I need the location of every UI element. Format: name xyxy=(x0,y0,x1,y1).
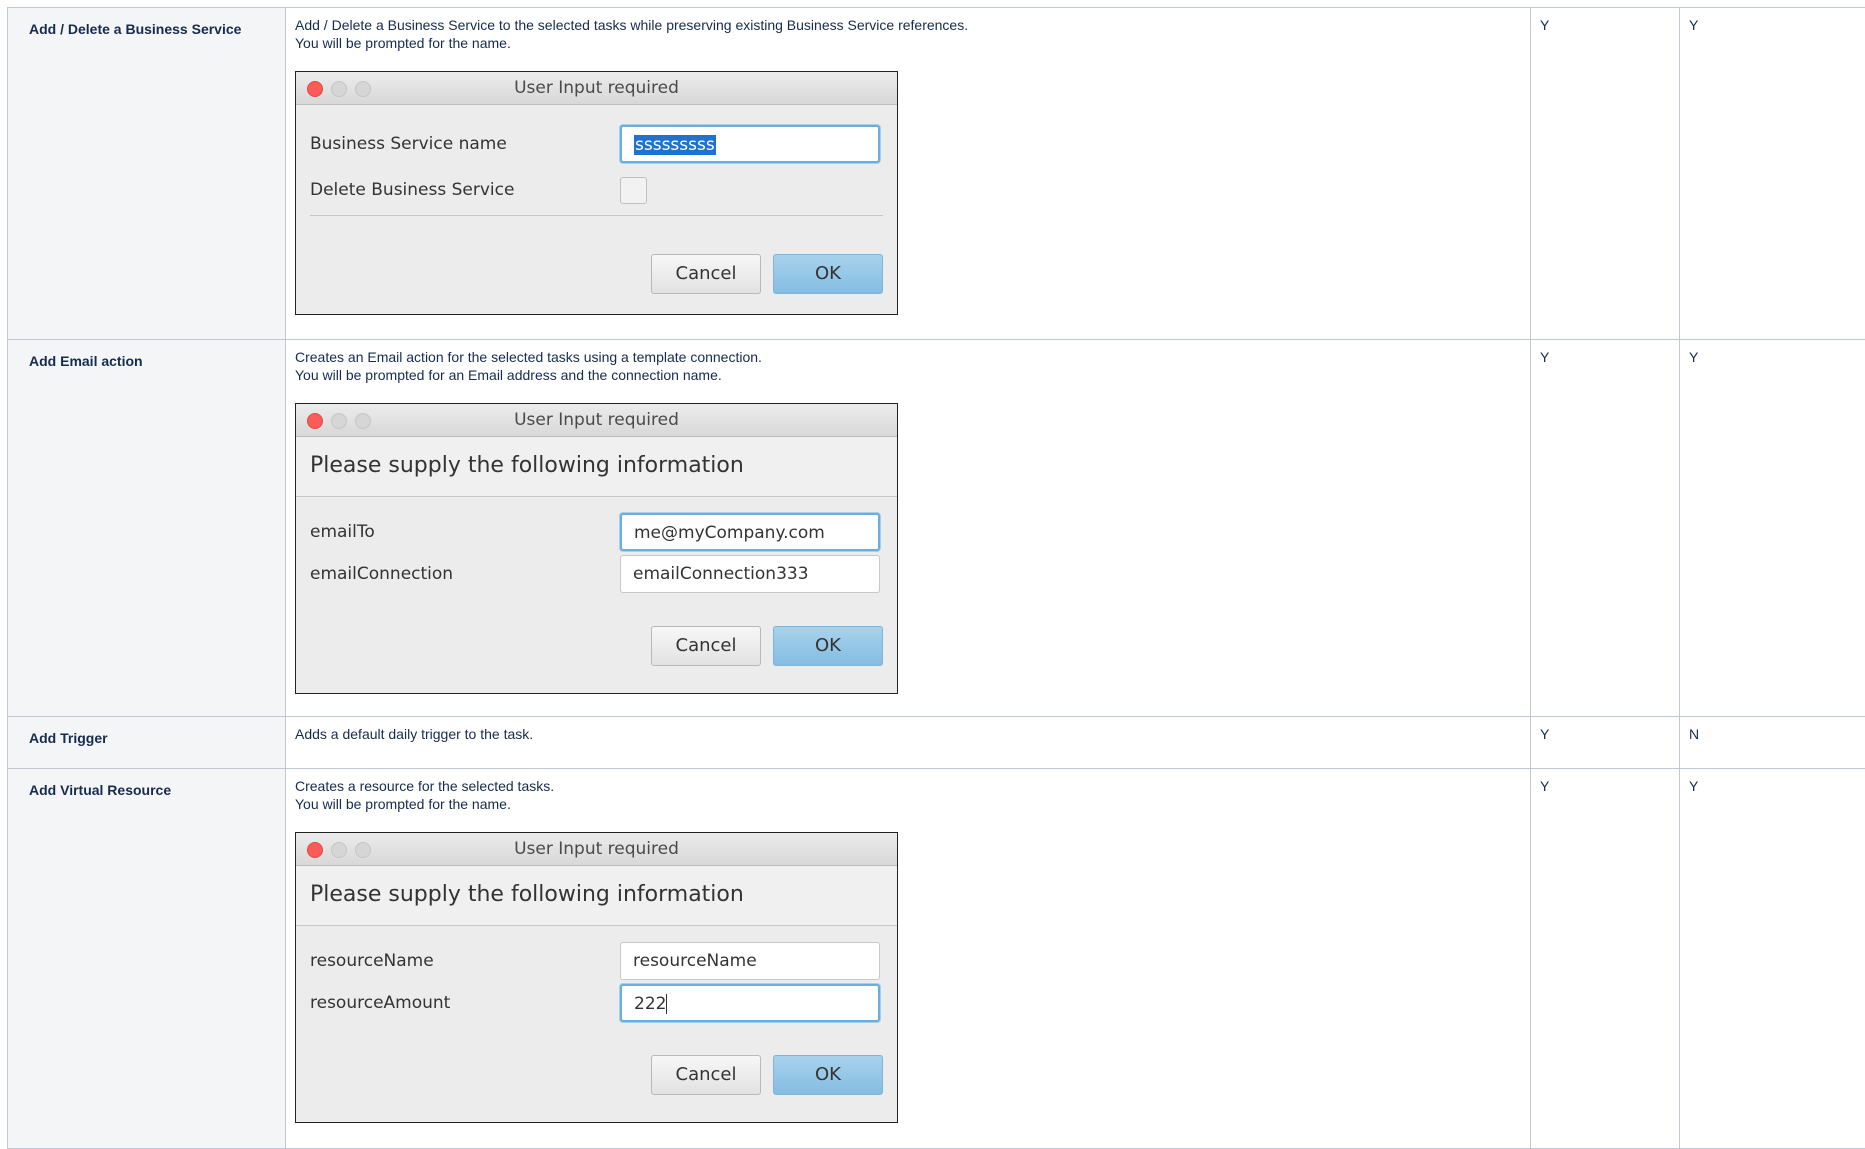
table-row: Add Virtual Resource Creates a resource … xyxy=(8,769,1865,1149)
user-input-dialog: User Input required Please supply the fo… xyxy=(295,832,898,1123)
ok-button[interactable]: OK xyxy=(773,1055,883,1095)
email-to-label: emailTo xyxy=(310,523,620,541)
actions-table: Add / Delete a Business Service Add / De… xyxy=(7,7,1865,1149)
delete-business-service-checkbox[interactable] xyxy=(620,177,647,204)
ok-button[interactable]: OK xyxy=(773,254,883,294)
form-row: Business Service name sssssssss xyxy=(310,121,883,167)
description-line: Creates an Email action for the selected… xyxy=(295,348,1521,366)
ok-button[interactable]: OK xyxy=(773,626,883,666)
dialog-title: User Input required xyxy=(514,410,679,430)
business-service-name-label: Business Service name xyxy=(310,135,620,153)
flag-cell: Y xyxy=(1531,717,1680,769)
business-service-name-input[interactable]: sssssssss xyxy=(620,125,880,163)
close-window-icon[interactable] xyxy=(307,842,323,858)
description-line: Creates a resource for the selected task… xyxy=(295,777,1521,795)
action-name: Add Virtual Resource xyxy=(8,769,286,1149)
flag-cell: Y xyxy=(1680,769,1865,1149)
maximize-window-icon[interactable] xyxy=(355,842,371,858)
minimize-window-icon[interactable] xyxy=(331,842,347,858)
dialog-titlebar: User Input required xyxy=(296,833,897,866)
form-row: Delete Business Service xyxy=(310,167,883,213)
close-window-icon[interactable] xyxy=(307,413,323,429)
cancel-button[interactable]: Cancel xyxy=(651,1055,761,1095)
window-controls xyxy=(307,81,371,97)
email-connection-label: emailConnection xyxy=(310,565,620,583)
maximize-window-icon[interactable] xyxy=(355,81,371,97)
action-name: Add Trigger xyxy=(8,717,286,769)
close-window-icon[interactable] xyxy=(307,81,323,97)
description-line: You will be prompted for the name. xyxy=(295,795,1521,813)
window-controls xyxy=(307,413,371,429)
dialog-title: User Input required xyxy=(514,78,679,98)
dialog-info-header: Please supply the following information xyxy=(296,866,897,926)
form-row: resourceAmount 222 xyxy=(310,982,883,1024)
action-description: Creates a resource for the selected task… xyxy=(286,769,1531,1149)
maximize-window-icon[interactable] xyxy=(355,413,371,429)
table-row: Add / Delete a Business Service Add / De… xyxy=(8,8,1865,340)
cancel-button[interactable]: Cancel xyxy=(651,626,761,666)
description-line: You will be prompted for an Email addres… xyxy=(295,366,1521,384)
table-row: Add Trigger Adds a default daily trigger… xyxy=(8,717,1865,769)
dialog-title: User Input required xyxy=(514,839,679,859)
user-input-dialog: User Input required Business Service nam… xyxy=(295,71,898,315)
cancel-button[interactable]: Cancel xyxy=(651,254,761,294)
action-description: Creates an Email action for the selected… xyxy=(286,340,1531,717)
minimize-window-icon[interactable] xyxy=(331,81,347,97)
delete-business-service-label: Delete Business Service xyxy=(310,181,620,199)
resource-amount-input[interactable]: 222 xyxy=(620,984,880,1022)
action-description: Add / Delete a Business Service to the s… xyxy=(286,8,1531,340)
resource-amount-label: resourceAmount xyxy=(310,994,620,1012)
dialog-titlebar: User Input required xyxy=(296,72,897,105)
flag-cell: Y xyxy=(1531,769,1680,1149)
action-name: Add Email action xyxy=(8,340,286,717)
email-to-input[interactable]: me@myCompany.com xyxy=(620,513,880,551)
action-name: Add / Delete a Business Service xyxy=(8,8,286,340)
dialog-titlebar: User Input required xyxy=(296,404,897,437)
form-row: resourceName resourceName xyxy=(310,940,883,982)
action-description: Adds a default daily trigger to the task… xyxy=(286,717,1531,769)
form-row: emailTo me@myCompany.com xyxy=(310,511,883,553)
description-line: Adds a default daily trigger to the task… xyxy=(295,725,1521,743)
flag-cell: Y xyxy=(1680,8,1865,340)
email-connection-input[interactable]: emailConnection333 xyxy=(620,555,880,593)
minimize-window-icon[interactable] xyxy=(331,413,347,429)
flag-cell: Y xyxy=(1531,8,1680,340)
description-line: You will be prompted for the name. xyxy=(295,34,1521,52)
dialog-info-header: Please supply the following information xyxy=(296,437,897,497)
form-row: emailConnection emailConnection333 xyxy=(310,553,883,595)
divider xyxy=(310,215,883,216)
resource-name-label: resourceName xyxy=(310,952,620,970)
flag-cell: Y xyxy=(1680,340,1865,717)
user-input-dialog: User Input required Please supply the fo… xyxy=(295,403,898,694)
table-row: Add Email action Creates an Email action… xyxy=(8,340,1865,717)
flag-cell: Y xyxy=(1531,340,1680,717)
description-line: Add / Delete a Business Service to the s… xyxy=(295,16,1521,34)
resource-name-input[interactable]: resourceName xyxy=(620,942,880,980)
flag-cell: N xyxy=(1680,717,1865,769)
window-controls xyxy=(307,842,371,858)
